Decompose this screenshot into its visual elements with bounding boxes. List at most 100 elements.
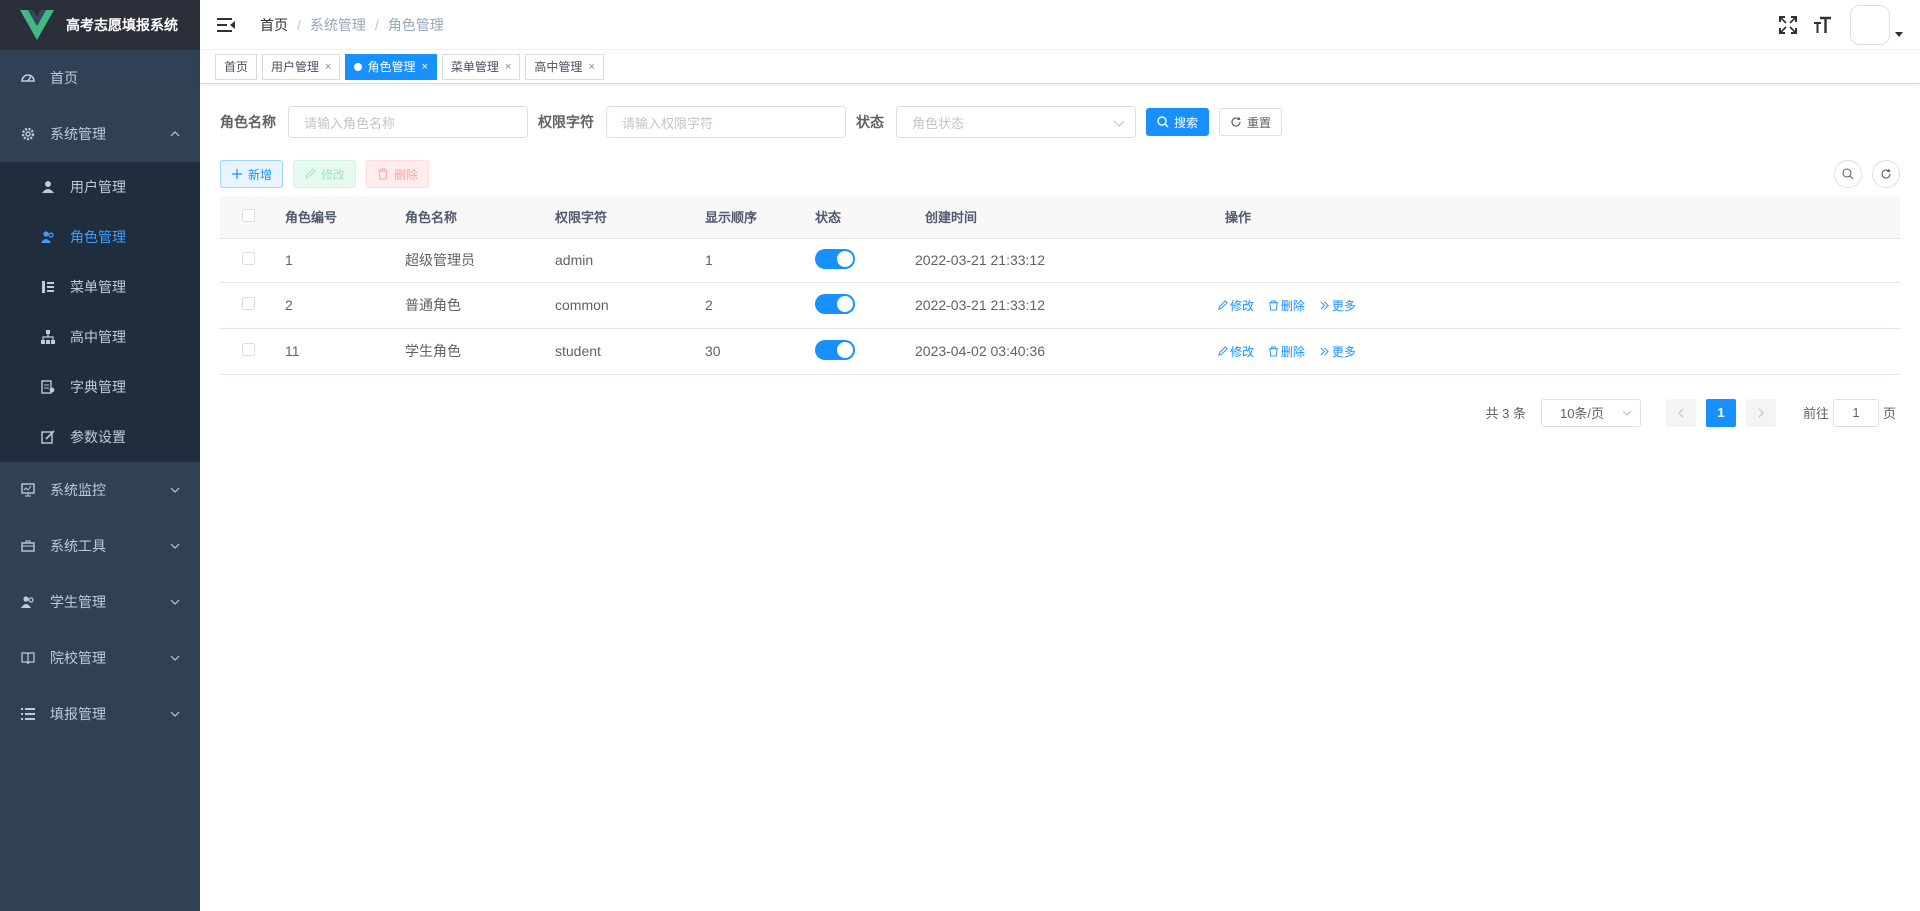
- sidebar-item-colleges[interactable]: 院校管理: [0, 630, 200, 686]
- sidebar-item-system[interactable]: 系统管理: [0, 106, 200, 162]
- prev-page-button[interactable]: [1665, 398, 1696, 427]
- sidebar-item-label: 菜单管理: [70, 279, 126, 295]
- status-select[interactable]: 角色状态: [896, 106, 1136, 138]
- table-header-row: 角色编号 角色名称 权限字符 显示顺序 状态 创建时间 操作: [220, 196, 1900, 239]
- reset-button[interactable]: 重置: [1219, 108, 1283, 136]
- sidebar-item-config[interactable]: 参数设置: [0, 412, 200, 462]
- chevron-down-icon: [1113, 120, 1125, 127]
- col-header: 显示顺序: [695, 196, 805, 239]
- add-button-label: 新增: [248, 167, 273, 182]
- font-size-icon[interactable]: [1812, 15, 1832, 35]
- row-checkbox[interactable]: [242, 297, 255, 310]
- goto-page-value: 1: [1852, 405, 1860, 420]
- close-icon[interactable]: ×: [421, 61, 427, 73]
- reset-button-label: 重置: [1247, 115, 1272, 130]
- status-switch[interactable]: [815, 293, 855, 314]
- breadcrumb-separator: /: [374, 16, 379, 33]
- status-switch[interactable]: [815, 248, 855, 269]
- tree-table-icon: [40, 279, 56, 295]
- sidebar-item-label: 字典管理: [70, 379, 126, 395]
- edit-icon: [305, 168, 316, 179]
- caret-down-icon[interactable]: [1894, 29, 1904, 39]
- status-switch[interactable]: [815, 339, 855, 360]
- sidebar-item-label: 系统管理: [50, 126, 106, 142]
- perm-input[interactable]: 请输入权限字符: [606, 106, 846, 138]
- breadcrumb-current: 角色管理: [387, 16, 444, 33]
- op-label: 删除: [1280, 344, 1305, 359]
- cell-time: 2023-04-02 03:40:36: [915, 328, 1215, 375]
- sidebar-item-schools[interactable]: 高中管理: [0, 312, 200, 362]
- refresh-button[interactable]: [1872, 160, 1900, 188]
- tags-view: 首页 用户管理 × 角色管理 × 菜单管理 × 高中管理 ×: [200, 50, 1920, 84]
- page-size-value: 10条/页: [1559, 406, 1605, 421]
- next-page-button[interactable]: [1745, 398, 1776, 427]
- tag-schools[interactable]: 高中管理 ×: [525, 53, 604, 80]
- edit-icon: [1218, 345, 1228, 356]
- system-submenu: 用户管理 角色管理 菜单管理 高中管理 字典管理 参数设置: [0, 162, 200, 462]
- hamburger-icon[interactable]: [216, 15, 236, 35]
- sidebar-item-monitor[interactable]: 系统监控: [0, 462, 200, 518]
- tag-menus[interactable]: 菜单管理 ×: [441, 53, 521, 80]
- page-size-select[interactable]: 10条/页: [1540, 398, 1641, 427]
- chevron-left-icon: [1678, 408, 1684, 417]
- row-more-button[interactable]: 更多: [1319, 297, 1356, 314]
- sidebar-item-students[interactable]: 学生管理: [0, 574, 200, 630]
- role-name-input[interactable]: 请输入角色名称: [288, 106, 528, 138]
- close-icon[interactable]: ×: [505, 61, 511, 73]
- page-number[interactable]: 1: [1705, 398, 1736, 427]
- sidebar-item-tools[interactable]: 系统工具: [0, 518, 200, 574]
- add-button[interactable]: 新增: [220, 160, 284, 188]
- close-icon[interactable]: ×: [325, 61, 331, 73]
- sidebar-item-home[interactable]: 首页: [0, 50, 200, 106]
- cell-key: admin: [545, 238, 695, 283]
- row-more-button[interactable]: 更多: [1319, 343, 1356, 360]
- toggle-search-button[interactable]: [1834, 160, 1862, 188]
- search-button[interactable]: 搜索: [1146, 108, 1210, 136]
- tag-label: 菜单管理: [450, 60, 499, 74]
- tag-home[interactable]: 首页: [215, 53, 258, 80]
- tag-roles[interactable]: 角色管理 ×: [345, 53, 437, 80]
- trash-icon: [1268, 345, 1278, 357]
- cell-name: 普通角色: [395, 282, 545, 329]
- row-delete-button[interactable]: 删除: [1268, 343, 1305, 360]
- row-edit-button[interactable]: 修改: [1217, 297, 1254, 314]
- close-icon[interactable]: ×: [588, 61, 594, 73]
- logo[interactable]: 高考志愿填报系统: [0, 0, 200, 50]
- cell-ops: [1215, 238, 1900, 283]
- row-edit-button[interactable]: 修改: [1217, 343, 1254, 360]
- user-icon: [40, 179, 56, 195]
- toolbox-icon: [20, 538, 36, 554]
- chevron-down-icon: [170, 599, 180, 605]
- edit-icon: [40, 429, 56, 445]
- row-checkbox[interactable]: [242, 252, 255, 265]
- pager-total: 共 3 条: [1485, 406, 1526, 421]
- role-table: 角色编号 角色名称 权限字符 显示顺序 状态 创建时间 操作 1 超级管理员 a…: [220, 196, 1900, 375]
- col-header: 操作: [1215, 196, 1900, 239]
- sidebar-item-filing[interactable]: 填报管理: [0, 686, 200, 742]
- cell-sort: 2: [695, 282, 805, 329]
- select-all-checkbox[interactable]: [242, 208, 255, 222]
- breadcrumb-home[interactable]: 首页: [260, 15, 288, 35]
- active-dot: [354, 62, 363, 71]
- row-checkbox[interactable]: [242, 343, 255, 356]
- op-label: 更多: [1331, 298, 1356, 313]
- sidebar-item-roles[interactable]: 角色管理: [0, 212, 200, 262]
- cell-name: 超级管理员: [395, 238, 545, 283]
- fullscreen-icon[interactable]: [1778, 15, 1798, 35]
- delete-button[interactable]: 删除: [366, 160, 430, 188]
- cell-id: 11: [275, 328, 395, 375]
- sidebar-item-menus[interactable]: 菜单管理: [0, 262, 200, 312]
- op-label: 删除: [1280, 298, 1305, 313]
- content: 角色名称 请输入角色名称 权限字符 请输入权限字符 状态 角色状态 搜索 重置 …: [200, 84, 1920, 427]
- avatar[interactable]: [1850, 5, 1890, 45]
- breadcrumb-system[interactable]: 系统管理: [310, 15, 366, 35]
- peoples-icon: [20, 594, 36, 610]
- goto-page-input[interactable]: 1: [1832, 398, 1879, 427]
- edit-button[interactable]: 修改: [293, 160, 357, 188]
- sidebar-item-dict[interactable]: 字典管理: [0, 362, 200, 412]
- sidebar-item-users[interactable]: 用户管理: [0, 162, 200, 212]
- tag-users[interactable]: 用户管理 ×: [262, 53, 341, 80]
- row-delete-button[interactable]: 删除: [1268, 297, 1305, 314]
- dict-icon: [40, 379, 56, 395]
- tag-label: 高中管理: [534, 60, 583, 74]
